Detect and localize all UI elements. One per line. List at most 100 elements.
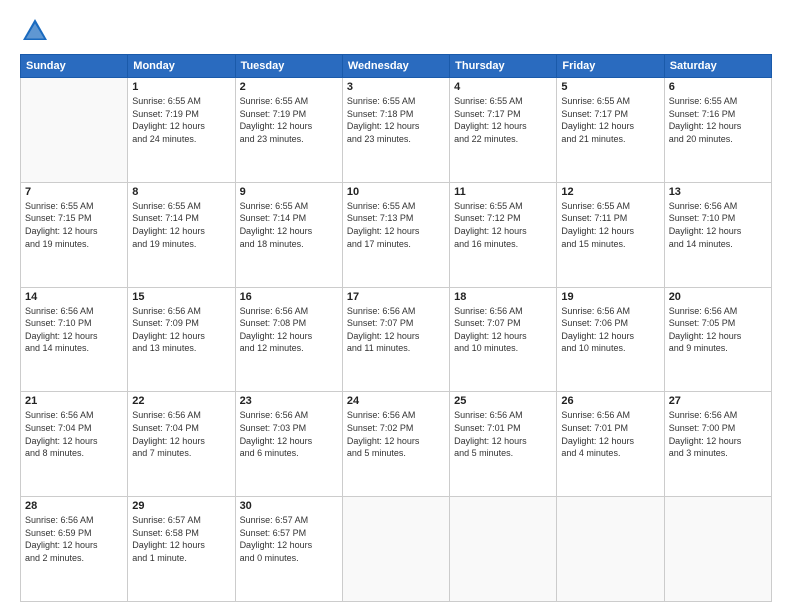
calendar-cell: 23 Sunrise: 6:56 AMSunset: 7:03 PMDayligh… <box>235 392 342 497</box>
calendar-cell: 10Sunrise: 6:55 AMSunset: 7:13 PMDayligh… <box>342 182 449 287</box>
day-info: Sunrise: 6:56 AMSunset: 7:10 PMDaylight:… <box>669 200 767 250</box>
day-info: Sunrise: 6:56 AMSunset: 7:02 PMDaylight:… <box>347 409 445 459</box>
day-info: Sunrise: 6:56 AMSunset: 7:04 PMDaylight:… <box>132 409 230 459</box>
calendar-week-row: 1 Sunrise: 6:55 AMSunset: 7:19 PMDaylight… <box>21 78 772 183</box>
day-info: Sunrise: 6:57 AMSunset: 6:57 PMDaylight:… <box>240 514 338 564</box>
calendar-day-header: Saturday <box>664 55 771 78</box>
day-info: Sunrise: 6:55 AMSunset: 7:17 PMDaylight:… <box>561 95 659 145</box>
day-info: Sunrise: 6:55 AMSunset: 7:19 PMDaylight:… <box>240 95 338 145</box>
day-number: 14 <box>25 291 123 303</box>
calendar-cell: 3 Sunrise: 6:55 AMSunset: 7:18 PMDaylight… <box>342 78 449 183</box>
calendar-week-row: 14 Sunrise: 6:56 AMSunset: 7:10 PMDayligh… <box>21 287 772 392</box>
calendar-cell: 18 Sunrise: 6:56 AMSunset: 7:07 PMDayligh… <box>450 287 557 392</box>
day-number: 9 <box>240 186 338 198</box>
day-info: Sunrise: 6:56 AMSunset: 6:59 PMDaylight:… <box>25 514 123 564</box>
calendar-cell: 20 Sunrise: 6:56 AMSunset: 7:05 PMDayligh… <box>664 287 771 392</box>
calendar-cell: 7 Sunrise: 6:55 AMSunset: 7:15 PMDaylight… <box>21 182 128 287</box>
day-info: Sunrise: 6:55 AMSunset: 7:18 PMDaylight:… <box>347 95 445 145</box>
calendar-cell: 8 Sunrise: 6:55 AMSunset: 7:14 PMDaylight… <box>128 182 235 287</box>
day-info: Sunrise: 6:56 AMSunset: 7:01 PMDaylight:… <box>454 409 552 459</box>
calendar-cell: 26 Sunrise: 6:56 AMSunset: 7:01 PMDayligh… <box>557 392 664 497</box>
day-info: Sunrise: 6:55 AMSunset: 7:15 PMDaylight:… <box>25 200 123 250</box>
day-number: 22 <box>132 395 230 407</box>
calendar-cell: 21 Sunrise: 6:56 AMSunset: 7:04 PMDayligh… <box>21 392 128 497</box>
calendar-week-row: 21 Sunrise: 6:56 AMSunset: 7:04 PMDayligh… <box>21 392 772 497</box>
day-number: 27 <box>669 395 767 407</box>
day-number: 17 <box>347 291 445 303</box>
page: SundayMondayTuesdayWednesdayThursdayFrid… <box>0 0 792 612</box>
calendar-week-row: 28 Sunrise: 6:56 AMSunset: 6:59 PMDayligh… <box>21 497 772 602</box>
day-info: Sunrise: 6:55 AMSunset: 7:17 PMDaylight:… <box>454 95 552 145</box>
day-number: 20 <box>669 291 767 303</box>
calendar-day-header: Thursday <box>450 55 557 78</box>
calendar-cell: 30Sunrise: 6:57 AMSunset: 6:57 PMDayligh… <box>235 497 342 602</box>
day-number: 12 <box>561 186 659 198</box>
calendar-cell: 15 Sunrise: 6:56 AMSunset: 7:09 PMDayligh… <box>128 287 235 392</box>
day-info: Sunrise: 6:57 AMSunset: 6:58 PMDaylight:… <box>132 514 230 564</box>
calendar-header-row: SundayMondayTuesdayWednesdayThursdayFrid… <box>21 55 772 78</box>
day-number: 13 <box>669 186 767 198</box>
day-info: Sunrise: 6:56 AMSunset: 7:06 PMDaylight:… <box>561 305 659 355</box>
day-number: 25 <box>454 395 552 407</box>
day-number: 8 <box>132 186 230 198</box>
calendar-cell: 16Sunrise: 6:56 AMSunset: 7:08 PMDayligh… <box>235 287 342 392</box>
calendar-cell: 11 Sunrise: 6:55 AMSunset: 7:12 PMDayligh… <box>450 182 557 287</box>
calendar-cell: 13 Sunrise: 6:56 AMSunset: 7:10 PMDayligh… <box>664 182 771 287</box>
day-info: Sunrise: 6:55 AMSunset: 7:11 PMDaylight:… <box>561 200 659 250</box>
day-number: 24 <box>347 395 445 407</box>
day-number: 7 <box>25 186 123 198</box>
calendar-cell: 25 Sunrise: 6:56 AMSunset: 7:01 PMDayligh… <box>450 392 557 497</box>
day-info: Sunrise: 6:55 AMSunset: 7:12 PMDaylight:… <box>454 200 552 250</box>
calendar-cell: 29 Sunrise: 6:57 AMSunset: 6:58 PMDayligh… <box>128 497 235 602</box>
day-info: Sunrise: 6:56 AMSunset: 7:07 PMDaylight:… <box>347 305 445 355</box>
day-info: Sunrise: 6:56 AMSunset: 7:05 PMDaylight:… <box>669 305 767 355</box>
calendar-cell: 24 Sunrise: 6:56 AMSunset: 7:02 PMDayligh… <box>342 392 449 497</box>
day-number: 15 <box>132 291 230 303</box>
day-info: Sunrise: 6:55 AMSunset: 7:16 PMDaylight:… <box>669 95 767 145</box>
day-info: Sunrise: 6:56 AMSunset: 7:03 PMDaylight:… <box>240 409 338 459</box>
day-info: Sunrise: 6:56 AMSunset: 7:09 PMDaylight:… <box>132 305 230 355</box>
day-info: Sunrise: 6:55 AMSunset: 7:14 PMDaylight:… <box>132 200 230 250</box>
logo <box>20 16 54 46</box>
calendar-day-header: Wednesday <box>342 55 449 78</box>
day-info: Sunrise: 6:56 AMSunset: 7:01 PMDaylight:… <box>561 409 659 459</box>
day-info: Sunrise: 6:56 AMSunset: 7:07 PMDaylight:… <box>454 305 552 355</box>
calendar-day-header: Friday <box>557 55 664 78</box>
calendar-cell: 6Sunrise: 6:55 AMSunset: 7:16 PMDaylight… <box>664 78 771 183</box>
calendar-cell <box>450 497 557 602</box>
calendar-day-header: Sunday <box>21 55 128 78</box>
calendar-cell <box>664 497 771 602</box>
day-number: 2 <box>240 81 338 93</box>
calendar-cell: 14 Sunrise: 6:56 AMSunset: 7:10 PMDayligh… <box>21 287 128 392</box>
calendar-week-row: 7 Sunrise: 6:55 AMSunset: 7:15 PMDaylight… <box>21 182 772 287</box>
calendar-cell <box>21 78 128 183</box>
day-number: 1 <box>132 81 230 93</box>
calendar-cell <box>342 497 449 602</box>
calendar-day-header: Monday <box>128 55 235 78</box>
day-info: Sunrise: 6:56 AMSunset: 7:08 PMDaylight:… <box>240 305 338 355</box>
calendar-cell: 5Sunrise: 6:55 AMSunset: 7:17 PMDaylight… <box>557 78 664 183</box>
header <box>20 16 772 46</box>
calendar-cell: 1Sunrise: 6:55 AMSunset: 7:19 PMDaylight… <box>128 78 235 183</box>
day-number: 28 <box>25 500 123 512</box>
day-number: 26 <box>561 395 659 407</box>
day-number: 18 <box>454 291 552 303</box>
day-number: 19 <box>561 291 659 303</box>
logo-icon <box>20 16 50 46</box>
day-number: 4 <box>454 81 552 93</box>
calendar-cell: 22 Sunrise: 6:56 AMSunset: 7:04 PMDayligh… <box>128 392 235 497</box>
calendar-cell: 4 Sunrise: 6:55 AMSunset: 7:17 PMDaylight… <box>450 78 557 183</box>
day-number: 3 <box>347 81 445 93</box>
calendar-cell: 19 Sunrise: 6:56 AMSunset: 7:06 PMDayligh… <box>557 287 664 392</box>
calendar-cell: 2 Sunrise: 6:55 AMSunset: 7:19 PMDaylight… <box>235 78 342 183</box>
calendar-cell: 12 Sunrise: 6:55 AMSunset: 7:11 PMDayligh… <box>557 182 664 287</box>
day-number: 23 <box>240 395 338 407</box>
day-info: Sunrise: 6:56 AMSunset: 7:00 PMDaylight:… <box>669 409 767 459</box>
day-number: 10 <box>347 186 445 198</box>
day-number: 11 <box>454 186 552 198</box>
day-info: Sunrise: 6:56 AMSunset: 7:04 PMDaylight:… <box>25 409 123 459</box>
day-number: 29 <box>132 500 230 512</box>
day-number: 21 <box>25 395 123 407</box>
day-info: Sunrise: 6:56 AMSunset: 7:10 PMDaylight:… <box>25 305 123 355</box>
day-info: Sunrise: 6:55 AMSunset: 7:14 PMDaylight:… <box>240 200 338 250</box>
